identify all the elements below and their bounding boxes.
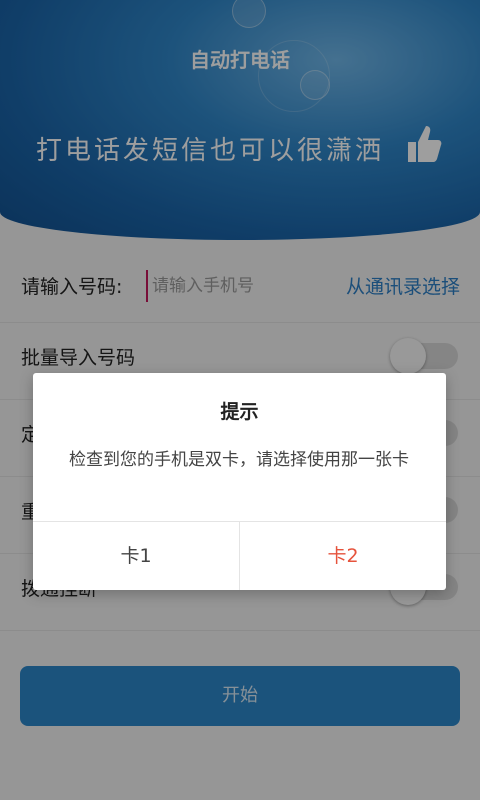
dialog-message: 检查到您的手机是双卡，请选择使用那一张卡 — [69, 450, 409, 470]
sim-select-dialog: 提示 检查到您的手机是双卡，请选择使用那一张卡 卡1 卡2 — [33, 373, 446, 590]
sim-card-1-button[interactable]: 卡1 — [33, 522, 239, 590]
dialog-title: 提示 — [220, 401, 259, 423]
sim-card-2-button[interactable]: 卡2 — [240, 522, 446, 590]
